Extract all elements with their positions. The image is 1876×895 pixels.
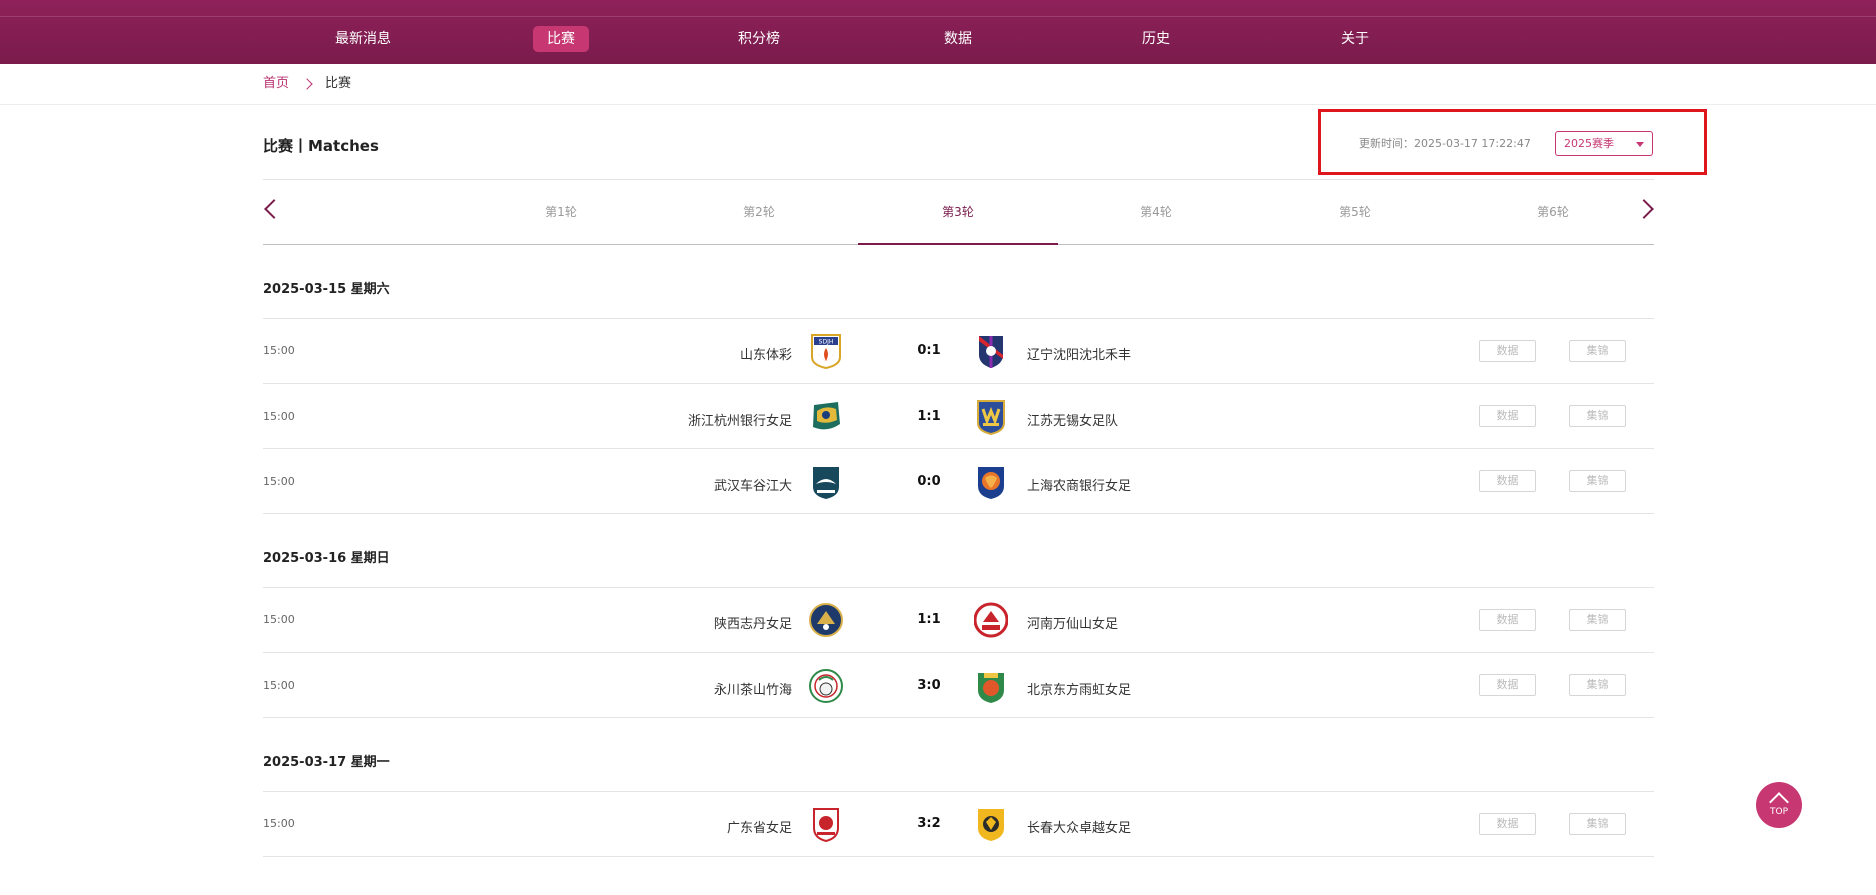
match-score: 0:1 [917, 343, 941, 358]
wuhan-crest-icon [813, 467, 839, 499]
match-highlights-button[interactable]: 集锦 [1569, 813, 1626, 835]
henan-round-crest-icon [974, 602, 1008, 638]
back-to-top-button[interactable]: TOP [1756, 782, 1802, 828]
match-data-button[interactable]: 数据 [1479, 609, 1536, 631]
beijing-crest-icon [978, 673, 1004, 703]
away-team-name[interactable]: 上海农商银行女足 [1027, 475, 1131, 494]
away-team-name[interactable]: 长春大众卓越女足 [1027, 817, 1131, 836]
match-data-button[interactable]: 数据 [1479, 674, 1536, 696]
top-nav: 最新消息 比赛 积分榜 数据 历史 关于 [0, 0, 1876, 64]
row-divider [263, 652, 1654, 653]
page-title: 比赛丨Matches [263, 137, 379, 155]
match-score: 1:1 [917, 612, 941, 627]
jiangsu-crest-icon [977, 400, 1005, 435]
rounds-active-indicator [858, 243, 1058, 245]
row-divider [263, 448, 1654, 449]
breadcrumb-home-link[interactable]: 首页 [263, 74, 289, 94]
breadcrumb: 首页 比赛 [263, 74, 351, 94]
match-time: 15:00 [263, 679, 295, 692]
season-select[interactable]: 2025赛季 [1555, 131, 1653, 156]
match-data-button[interactable]: 数据 [1479, 340, 1536, 362]
away-team-name[interactable]: 河南万仙山女足 [1027, 613, 1118, 632]
match-score: 1:1 [917, 409, 941, 424]
season-select-value: 2025赛季 [1564, 137, 1614, 150]
match-time: 15:00 [263, 475, 295, 488]
header-divider [263, 179, 1654, 180]
prev-round-arrow-icon[interactable] [264, 199, 284, 219]
zhejiang-crest-icon [813, 402, 840, 430]
breadcrumb-current: 比赛 [325, 76, 352, 91]
svg-text:SDJH: SDJH [819, 339, 834, 346]
row-divider [263, 856, 1654, 857]
match-time: 15:00 [263, 613, 295, 626]
match-data-button[interactable]: 数据 [1479, 813, 1536, 835]
row-divider [263, 791, 1654, 792]
home-team-name[interactable]: 山东体彩 [740, 344, 792, 363]
row-divider [263, 383, 1654, 384]
caret-down-icon [1636, 142, 1644, 147]
away-team-name[interactable]: 江苏无锡女足队 [1027, 410, 1118, 429]
sdjh-lotus-crest-icon: SDJH [811, 334, 841, 369]
nav-stripe [0, 16, 1876, 17]
guangdong-crest-icon [813, 808, 839, 842]
home-team-name[interactable]: 陕西志丹女足 [714, 613, 792, 632]
nav-item-news[interactable]: 最新消息 [321, 26, 405, 52]
home-team-name[interactable]: 武汉车谷江大 [714, 475, 792, 494]
match-highlights-button[interactable]: 集锦 [1569, 609, 1626, 631]
back-to-top-label: TOP [1769, 807, 1788, 817]
match-score: 3:2 [917, 816, 941, 831]
row-divider [263, 513, 1654, 514]
nav-item-stats[interactable]: 数据 [930, 26, 986, 52]
next-round-arrow-icon[interactable] [1634, 199, 1654, 219]
match-time: 15:00 [263, 344, 295, 357]
home-team-name[interactable]: 浙江杭州银行女足 [688, 410, 792, 429]
match-score: 3:0 [917, 678, 941, 693]
match-highlights-button[interactable]: 集锦 [1569, 340, 1626, 362]
update-time: 更新时间：2025-03-17 17:22:47 [1359, 137, 1531, 150]
chevron-right-icon [301, 78, 313, 90]
match-data-button[interactable]: 数据 [1479, 405, 1536, 427]
changchun-crest-icon [978, 809, 1004, 841]
date-heading: 2025-03-16 星期日 [263, 551, 390, 566]
round-tab-3[interactable]: 第3轮 [942, 203, 974, 220]
shanghai-crest-icon [978, 467, 1004, 499]
round-tab-5[interactable]: 第5轮 [1339, 203, 1371, 220]
match-time: 15:00 [263, 410, 295, 423]
nav-item-matches[interactable]: 比赛 [533, 26, 589, 52]
row-divider [263, 318, 1654, 319]
match-highlights-button[interactable]: 集锦 [1569, 470, 1626, 492]
round-tab-1[interactable]: 第1轮 [545, 203, 577, 220]
row-divider [263, 587, 1654, 588]
date-heading: 2025-03-15 星期六 [263, 282, 390, 297]
round-tab-2[interactable]: 第2轮 [743, 203, 775, 220]
match-score: 0:0 [917, 474, 941, 489]
round-tab-6[interactable]: 第6轮 [1537, 203, 1569, 220]
away-team-name[interactable]: 辽宁沈阳沈北禾丰 [1027, 344, 1131, 363]
home-team-name[interactable]: 广东省女足 [727, 817, 792, 836]
liaoning-shield-crest-icon [979, 336, 1003, 368]
nav-item-standings[interactable]: 积分榜 [724, 26, 794, 52]
yongchuan-round-crest-icon [809, 669, 843, 703]
nav-item-history[interactable]: 历史 [1128, 26, 1184, 52]
nav-item-about[interactable]: 关于 [1327, 26, 1383, 52]
row-divider [263, 717, 1654, 718]
match-data-button[interactable]: 数据 [1479, 470, 1536, 492]
away-team-name[interactable]: 北京东方雨虹女足 [1027, 679, 1131, 698]
match-time: 15:00 [263, 817, 295, 830]
date-heading: 2025-03-17 星期一 [263, 755, 390, 770]
round-tab-4[interactable]: 第4轮 [1140, 203, 1172, 220]
match-highlights-button[interactable]: 集锦 [1569, 674, 1626, 696]
home-team-name[interactable]: 永川茶山竹海 [714, 679, 792, 698]
breadcrumb-divider [0, 104, 1876, 105]
shaanxi-round-crest-icon [809, 603, 843, 637]
match-highlights-button[interactable]: 集锦 [1569, 405, 1626, 427]
